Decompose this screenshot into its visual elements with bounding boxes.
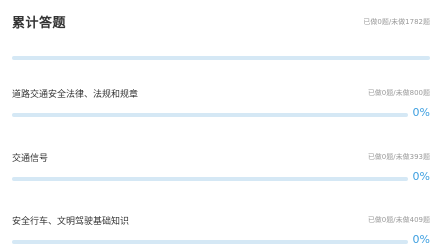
section-stat: 已做0题/未做409题 — [367, 216, 430, 224]
section-safe-driving[interactable]: 安全行车、文明驾驶基础知识 已做0题/未做409题 0% — [12, 214, 430, 251]
progress-percent: 0% — [412, 233, 430, 246]
progress-bar — [12, 240, 408, 244]
section-title: 安全行车、文明驾驶基础知识 — [12, 217, 130, 227]
summary-header: 累计答题 已做0题/未做1782题 — [12, 0, 430, 46]
progress-bar — [12, 113, 408, 117]
section-stat: 已做0题/未做800题 — [367, 89, 430, 97]
summary-stat: 已做0题/未做1782题 — [363, 18, 430, 26]
progress-card: 累计答题 已做0题/未做1782题 道路交通安全法律、法规和规章 已做0题/未做… — [0, 0, 440, 251]
section-stat: 已做0题/未做393题 — [367, 153, 430, 161]
progress-percent: 0% — [412, 106, 430, 119]
summary-title: 累计答题 — [12, 16, 67, 31]
progress-percent: 0% — [412, 170, 430, 183]
section-title: 交通信号 — [12, 154, 49, 164]
summary-divider — [12, 56, 430, 60]
progress-bar — [12, 177, 408, 181]
section-traffic-signals[interactable]: 交通信号 已做0题/未做393题 0% — [12, 151, 430, 191]
section-title: 道路交通安全法律、法规和规章 — [12, 90, 139, 100]
section-traffic-law[interactable]: 道路交通安全法律、法规和规章 已做0题/未做800题 0% — [12, 87, 430, 127]
